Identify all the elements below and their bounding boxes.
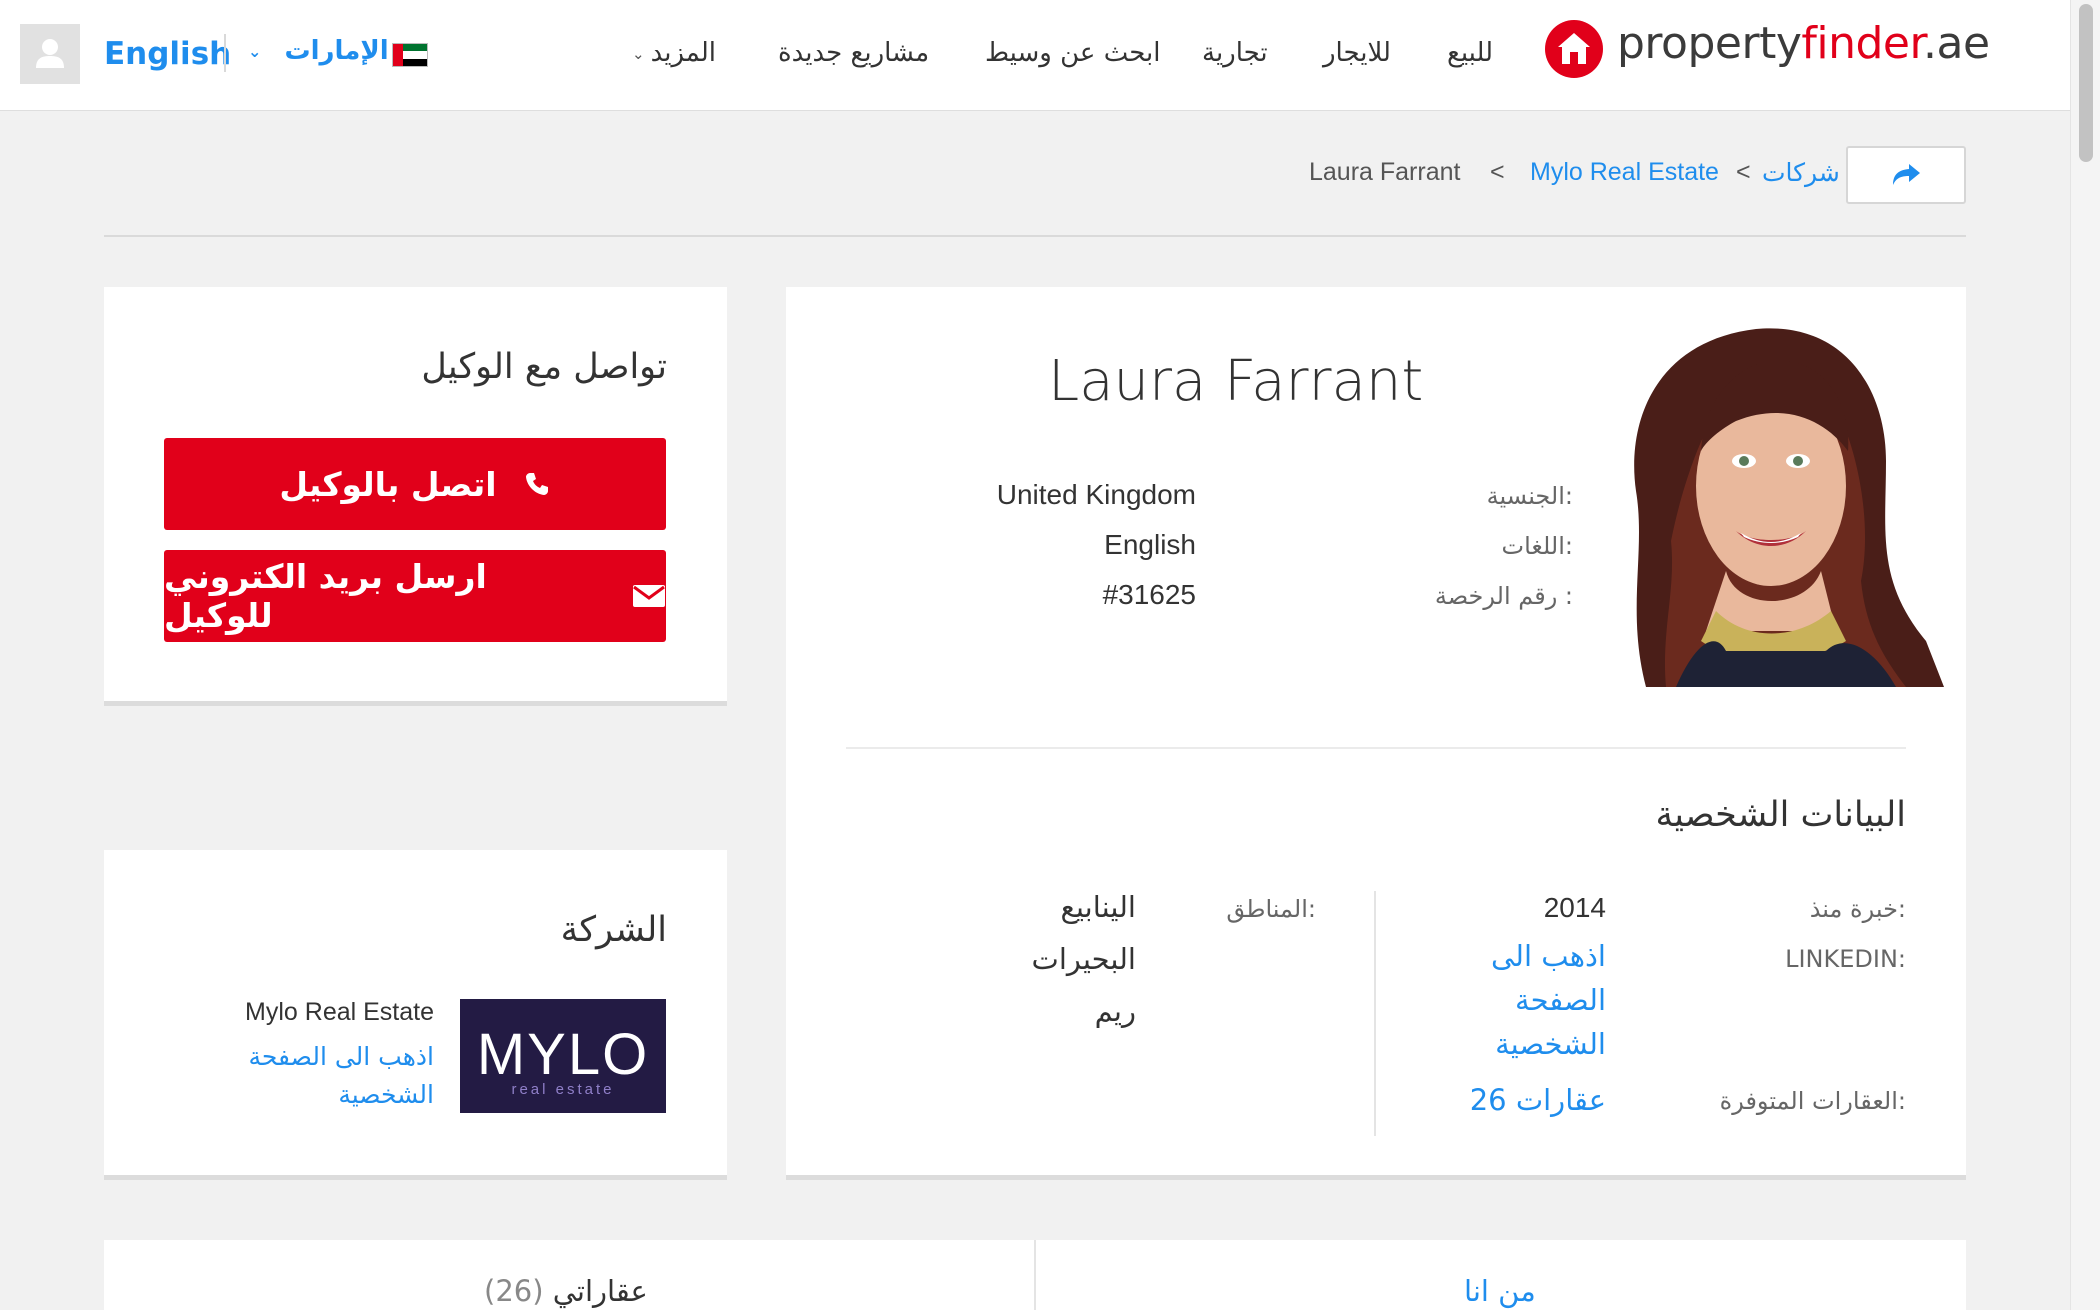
nav-rent[interactable]: للايجار — [1323, 38, 1391, 68]
properties-label: العقارات المتوفرة: — [1719, 1087, 1906, 1115]
company-title: الشركة — [560, 910, 667, 950]
area-item: ريم — [1094, 994, 1136, 1028]
scrollbar-thumb[interactable] — [2079, 4, 2093, 162]
call-label: اتصل بالوكيل — [279, 464, 497, 504]
tab-about-me[interactable]: من انا — [1464, 1274, 1536, 1308]
agent-profile-card: Laura Farrant الجنسية: United Kingdom ال… — [786, 287, 1966, 1180]
agent-name: Laura Farrant — [1048, 349, 1424, 414]
country-label: الإمارات — [284, 36, 389, 66]
agent-photo — [1586, 311, 1944, 687]
nav-more-label: المزيد — [650, 38, 716, 68]
profile-divider — [846, 747, 1906, 749]
linkedin-link[interactable]: الشخصية — [1426, 1027, 1606, 1061]
linkedin-label: LINKEDIN: — [1785, 945, 1906, 973]
language-switch-link[interactable]: English — [104, 36, 231, 72]
user-avatar[interactable] — [20, 24, 80, 84]
envelope-icon — [632, 583, 666, 609]
nav-commercial[interactable]: تجارية — [1202, 38, 1268, 68]
nationality-value: United Kingdom — [996, 479, 1196, 510]
bottom-tabs: (26) عقاراتي من انا — [104, 1240, 1966, 1310]
linkedin-link[interactable]: الصفحة — [1426, 983, 1606, 1017]
nav-more[interactable]: ⌄ المزيد — [632, 38, 716, 68]
personal-info-title: البيانات الشخصية — [1655, 795, 1906, 835]
experience-value: 2014 — [1543, 892, 1606, 923]
page-scrollbar[interactable] — [2070, 0, 2100, 1310]
area-item: الينابيع — [1060, 890, 1137, 924]
tab-properties-label: عقاراتي — [552, 1274, 648, 1308]
properties-link[interactable]: 26 عقارات — [1426, 1083, 1606, 1117]
nav-buy[interactable]: للبيع — [1447, 38, 1493, 68]
company-logo[interactable]: MYLO real estate — [460, 999, 666, 1113]
tab-divider — [1034, 1240, 1036, 1310]
license-value: #31625 — [1102, 579, 1196, 610]
contact-agent-card: تواصل مع الوكيل اتصل بالوكيل ارسل بريد ا… — [104, 287, 727, 706]
chevron-down-icon: ⌄ — [248, 42, 262, 61]
languages-label: اللغات: — [1501, 532, 1573, 560]
breadcrumb-separator: < — [1736, 158, 1751, 186]
share-arrow-icon — [1893, 164, 1920, 185]
house-logo-icon — [1545, 20, 1603, 78]
area-item: البحيرات — [1031, 942, 1136, 976]
license-label: رقم الرخصة : — [1434, 582, 1573, 610]
linkedin-link[interactable]: اذهب الى — [1426, 939, 1606, 973]
breadcrumb-agent: Laura Farrant — [1309, 158, 1461, 186]
top-header: English ⌄ الإمارات ⌄ المزيد مشاريع جديدة … — [0, 0, 2070, 111]
breadcrumb-companies[interactable]: شركات — [1762, 158, 1840, 188]
email-agent-button[interactable]: ارسل بريد الكتروني للوكيل — [164, 550, 666, 642]
company-logo-text: MYLO — [476, 1022, 650, 1087]
column-divider — [1374, 891, 1376, 1136]
company-profile-link[interactable]: الشخصية — [164, 1076, 434, 1114]
call-agent-button[interactable]: اتصل بالوكيل — [164, 438, 666, 530]
areas-label: المناطق: — [1226, 895, 1316, 923]
breadcrumb-company[interactable]: Mylo Real Estate — [1530, 158, 1719, 187]
header-divider — [224, 34, 226, 72]
nav-new-projects[interactable]: مشاريع جديدة — [778, 38, 929, 68]
email-label: ارسل بريد الكتروني للوكيل — [164, 557, 487, 635]
share-button[interactable] — [1846, 146, 1966, 204]
company-card: الشركة MYLO real estate Mylo Real Estate… — [104, 850, 727, 1180]
logo-wordmark: propertyfinder.ae — [1617, 18, 1990, 69]
chevron-down-icon: ⌄ — [632, 44, 645, 63]
experience-label: خبرة منذ: — [1809, 895, 1906, 923]
nationality-label: الجنسية: — [1486, 482, 1573, 510]
country-selector[interactable]: ⌄ الإمارات — [248, 36, 389, 66]
uae-flag-icon[interactable] — [392, 43, 428, 67]
nav-find-agent[interactable]: ابحث عن وسيط — [985, 38, 1160, 68]
company-logo-subtext: real estate — [511, 1081, 615, 1098]
tab-properties-count: (26) — [484, 1274, 544, 1308]
tab-my-properties[interactable]: (26) عقاراتي — [484, 1274, 648, 1308]
propertyfinder-logo[interactable]: propertyfinder.ae — [1545, 18, 1990, 80]
company-name: Mylo Real Estate — [245, 998, 434, 1026]
breadcrumb-divider — [104, 235, 1966, 237]
contact-title: تواصل مع الوكيل — [421, 347, 667, 387]
phone-icon — [523, 470, 551, 498]
user-icon — [36, 39, 64, 68]
company-profile-link[interactable]: اذهب الى الصفحة — [164, 1038, 434, 1076]
languages-value: English — [1104, 529, 1196, 560]
breadcrumb-separator: < — [1490, 158, 1505, 186]
